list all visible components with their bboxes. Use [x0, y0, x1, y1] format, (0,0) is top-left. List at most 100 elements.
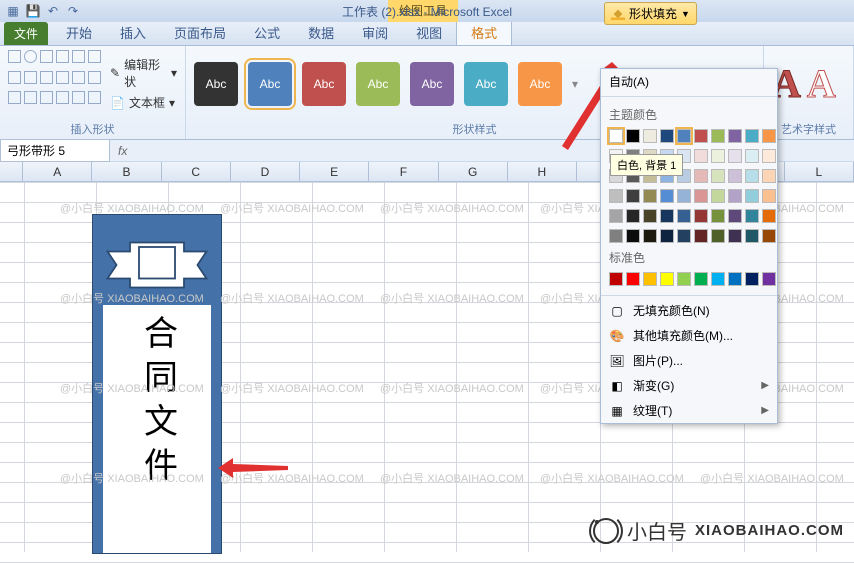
- color-swatch[interactable]: [728, 189, 742, 203]
- tab-home[interactable]: 开始: [52, 20, 106, 45]
- color-swatch[interactable]: [745, 229, 759, 243]
- style-preset[interactable]: Abc: [410, 62, 454, 106]
- color-swatch[interactable]: [609, 189, 623, 203]
- color-swatch[interactable]: [609, 272, 623, 286]
- style-preset[interactable]: Abc: [302, 62, 346, 106]
- color-swatch[interactable]: [694, 229, 708, 243]
- color-swatch[interactable]: [711, 229, 725, 243]
- color-swatch[interactable]: [762, 149, 776, 163]
- color-swatch[interactable]: [728, 129, 742, 143]
- color-swatch[interactable]: [711, 149, 725, 163]
- color-swatch[interactable]: [728, 209, 742, 223]
- color-swatch[interactable]: [745, 189, 759, 203]
- style-preset[interactable]: Abc: [464, 62, 508, 106]
- picture-fill-item[interactable]: 🖼图片(P)...: [601, 348, 777, 373]
- col-header[interactable]: A: [23, 162, 92, 181]
- color-swatch[interactable]: [711, 209, 725, 223]
- auto-color-item[interactable]: 自动(A): [601, 69, 777, 94]
- col-header[interactable]: H: [508, 162, 577, 181]
- tab-data[interactable]: 数据: [294, 20, 348, 45]
- shape-object[interactable]: 合同文件: [92, 214, 222, 554]
- color-swatch[interactable]: [745, 209, 759, 223]
- color-swatch[interactable]: [677, 229, 691, 243]
- color-swatch[interactable]: [626, 209, 640, 223]
- style-preset-selected[interactable]: Abc: [248, 62, 292, 106]
- gradient-fill-item[interactable]: ◧渐变(G)▶: [601, 373, 777, 398]
- color-swatch[interactable]: [762, 229, 776, 243]
- color-swatch[interactable]: [677, 129, 691, 143]
- color-swatch[interactable]: [660, 209, 674, 223]
- tab-file[interactable]: 文件: [4, 22, 48, 45]
- style-preset[interactable]: Abc: [518, 62, 562, 106]
- color-swatch[interactable]: [694, 272, 708, 286]
- undo-icon[interactable]: ↶: [44, 2, 62, 20]
- style-preset[interactable]: Abc: [194, 62, 238, 106]
- color-swatch[interactable]: [694, 149, 708, 163]
- color-swatch[interactable]: [677, 189, 691, 203]
- color-swatch[interactable]: [643, 272, 657, 286]
- color-swatch[interactable]: [626, 129, 640, 143]
- color-swatch[interactable]: [728, 272, 742, 286]
- color-swatch[interactable]: [660, 129, 674, 143]
- color-swatch[interactable]: [694, 169, 708, 183]
- color-swatch[interactable]: [762, 272, 776, 286]
- tab-layout[interactable]: 页面布局: [160, 20, 240, 45]
- color-swatch[interactable]: [745, 129, 759, 143]
- color-swatch[interactable]: [745, 149, 759, 163]
- save-icon[interactable]: 💾: [24, 2, 42, 20]
- col-header[interactable]: G: [439, 162, 508, 181]
- color-swatch[interactable]: [728, 149, 742, 163]
- color-swatch[interactable]: [762, 189, 776, 203]
- color-swatch[interactable]: [711, 189, 725, 203]
- color-swatch[interactable]: [711, 272, 725, 286]
- edit-shape-button[interactable]: ✎编辑形状 ▾: [110, 56, 177, 90]
- col-header[interactable]: F: [369, 162, 438, 181]
- color-swatch[interactable]: [660, 272, 674, 286]
- color-swatch[interactable]: [626, 272, 640, 286]
- color-swatch[interactable]: [660, 189, 674, 203]
- texture-fill-item[interactable]: ▦纹理(T)▶: [601, 398, 777, 423]
- color-swatch[interactable]: [694, 189, 708, 203]
- color-swatch[interactable]: [762, 129, 776, 143]
- fx-icon[interactable]: fx: [118, 144, 127, 158]
- color-swatch[interactable]: [762, 209, 776, 223]
- name-box[interactable]: 弓形带形 5: [0, 139, 110, 162]
- color-swatch[interactable]: [643, 209, 657, 223]
- color-swatch[interactable]: [626, 229, 640, 243]
- color-swatch[interactable]: [711, 169, 725, 183]
- tab-insert[interactable]: 插入: [106, 20, 160, 45]
- col-header[interactable]: C: [162, 162, 231, 181]
- shape-fill-button[interactable]: 形状填充▼: [604, 2, 697, 25]
- style-preset[interactable]: Abc: [356, 62, 400, 106]
- textbox-button[interactable]: 📄文本框 ▾: [110, 94, 177, 111]
- tab-review[interactable]: 审阅: [348, 20, 402, 45]
- color-swatch[interactable]: [609, 129, 623, 143]
- color-swatch[interactable]: [643, 229, 657, 243]
- color-swatch[interactable]: [711, 129, 725, 143]
- color-swatch[interactable]: [728, 229, 742, 243]
- color-swatch[interactable]: [609, 229, 623, 243]
- redo-icon[interactable]: ↷: [64, 2, 82, 20]
- color-swatch[interactable]: [762, 169, 776, 183]
- color-swatch[interactable]: [660, 229, 674, 243]
- shapes-gallery[interactable]: [8, 50, 102, 110]
- color-swatch[interactable]: [609, 209, 623, 223]
- tab-format[interactable]: 格式: [456, 19, 512, 45]
- tab-view[interactable]: 视图: [402, 20, 456, 45]
- col-header[interactable]: L: [785, 162, 854, 181]
- color-swatch[interactable]: [643, 129, 657, 143]
- color-swatch[interactable]: [677, 272, 691, 286]
- tab-formula[interactable]: 公式: [240, 20, 294, 45]
- no-fill-item[interactable]: ▢无填充颜色(N): [601, 298, 777, 323]
- color-swatch[interactable]: [745, 272, 759, 286]
- excel-icon[interactable]: ▦: [4, 2, 22, 20]
- more-colors-item[interactable]: 🎨其他填充颜色(M)...: [601, 323, 777, 348]
- wordart-preset[interactable]: A: [807, 60, 836, 107]
- col-header[interactable]: B: [92, 162, 161, 181]
- color-swatch[interactable]: [626, 189, 640, 203]
- color-swatch[interactable]: [694, 209, 708, 223]
- color-swatch[interactable]: [728, 169, 742, 183]
- col-header[interactable]: D: [231, 162, 300, 181]
- color-swatch[interactable]: [643, 189, 657, 203]
- color-swatch[interactable]: [745, 169, 759, 183]
